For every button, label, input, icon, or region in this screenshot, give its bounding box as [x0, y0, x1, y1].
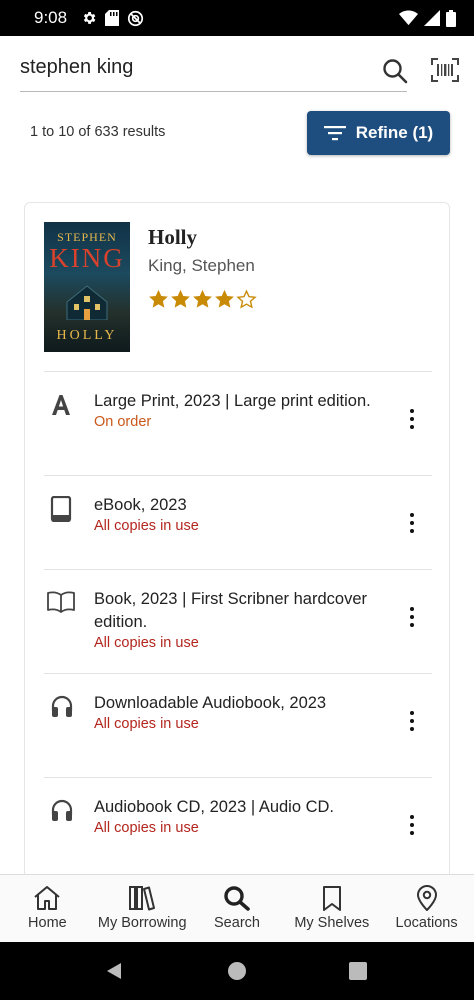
tablet-icon	[50, 496, 72, 522]
more-options-button[interactable]	[402, 604, 422, 630]
star-rating	[148, 289, 257, 309]
availability-status: All copies in use	[94, 716, 199, 732]
refine-button[interactable]: Refine (1)	[307, 111, 450, 155]
availability-status: All copies in use	[94, 518, 199, 534]
star-filled-icon	[149, 289, 168, 308]
nav-item-my-borrowing[interactable]: My Borrowing	[95, 875, 190, 942]
more-options-button[interactable]	[402, 812, 422, 838]
format-row-audiobook-cd[interactable]: Audiobook CD, 2023 | Audio CD. All copie…	[44, 777, 432, 881]
availability-status: All copies in use	[94, 635, 199, 651]
status-time: 9:08	[34, 8, 68, 27]
cover-house-illustration	[66, 285, 108, 320]
recents-icon[interactable]	[348, 961, 368, 981]
nav-label: My Shelves	[294, 915, 370, 931]
headphones-icon	[51, 695, 73, 717]
cover-title-text: HOLLY	[56, 328, 118, 343]
format-row-book[interactable]: Book, 2023 | First Scribner hardcover ed…	[44, 569, 432, 673]
book-title[interactable]: Holly	[148, 225, 197, 250]
format-label: eBook, 2023	[94, 496, 187, 514]
format-label: Downloadable Audiobook, 2023	[94, 694, 327, 712]
do-not-disturb-icon	[128, 10, 144, 26]
more-options-button[interactable]	[402, 510, 422, 536]
result-card[interactable]: STEPHEN KING HOLLY Holly King, Stephen L…	[24, 202, 450, 902]
bottom-navigation: Home My Borrowing Search My Shelves Loca…	[0, 874, 474, 942]
nav-label: My Borrowing	[97, 915, 187, 931]
sd-card-icon	[105, 10, 120, 26]
bookmark-icon	[322, 886, 341, 911]
availability-status: On order	[94, 414, 152, 430]
availability-status: All copies in use	[94, 820, 199, 836]
star-filled-icon	[171, 289, 190, 308]
star-empty-icon	[236, 289, 257, 309]
nav-label: Search	[214, 915, 260, 931]
search-icon[interactable]	[382, 58, 408, 84]
cover-king-text: KING	[49, 243, 125, 273]
format-label: Audiobook CD, 2023 | Audio CD.	[94, 798, 335, 816]
large-print-icon	[52, 395, 70, 415]
results-count: 1 to 10 of 633 results	[30, 124, 166, 140]
system-navigation-bar	[0, 942, 474, 1000]
format-label: Book, 2023 | First Scribner hardcover ed…	[94, 590, 367, 631]
nav-item-home[interactable]: Home	[0, 875, 95, 942]
star-filled-icon	[215, 289, 234, 308]
nav-label: Home	[28, 915, 67, 931]
barcode-scanner-icon[interactable]	[431, 58, 459, 82]
format-row-large-print[interactable]: Large Print, 2023 | Large print edition.…	[44, 371, 432, 475]
status-right-icons	[399, 9, 456, 27]
format-row-downloadable-audiobook[interactable]: Downloadable Audiobook, 2023 All copies …	[44, 673, 432, 777]
more-options-button[interactable]	[402, 708, 422, 734]
location-pin-icon	[416, 885, 437, 911]
star-filled-icon	[193, 289, 212, 308]
search-icon	[224, 886, 250, 911]
books-icon	[129, 886, 156, 911]
refine-label: Refine (1)	[355, 123, 434, 142]
book-author: King, Stephen	[148, 256, 255, 275]
status-bar: 9:08	[0, 0, 474, 36]
home-icon	[34, 886, 61, 910]
book-cover[interactable]: STEPHEN KING HOLLY	[44, 222, 130, 352]
open-book-icon	[47, 591, 75, 613]
settings-gear-icon	[83, 12, 96, 24]
more-options-button[interactable]	[402, 406, 422, 432]
nav-item-search[interactable]: Search	[190, 875, 285, 942]
nav-item-locations[interactable]: Locations	[379, 875, 474, 942]
search-field	[20, 48, 408, 92]
nav-item-my-shelves[interactable]: My Shelves	[284, 875, 379, 942]
battery-icon	[446, 9, 456, 27]
search-bar	[20, 48, 460, 92]
format-row-ebook[interactable]: eBook, 2023 All copies in use	[44, 475, 432, 569]
home-circle-icon[interactable]	[227, 961, 247, 981]
status-left-icons	[81, 10, 144, 27]
back-icon[interactable]	[104, 961, 124, 981]
filter-icon	[323, 126, 346, 141]
search-input[interactable]	[20, 56, 360, 79]
format-label: Large Print, 2023 | Large print edition.	[94, 392, 371, 410]
cell-signal-icon	[424, 10, 440, 26]
nav-label: Locations	[395, 915, 458, 931]
headphones-icon	[51, 799, 73, 821]
wifi-icon	[399, 10, 418, 26]
